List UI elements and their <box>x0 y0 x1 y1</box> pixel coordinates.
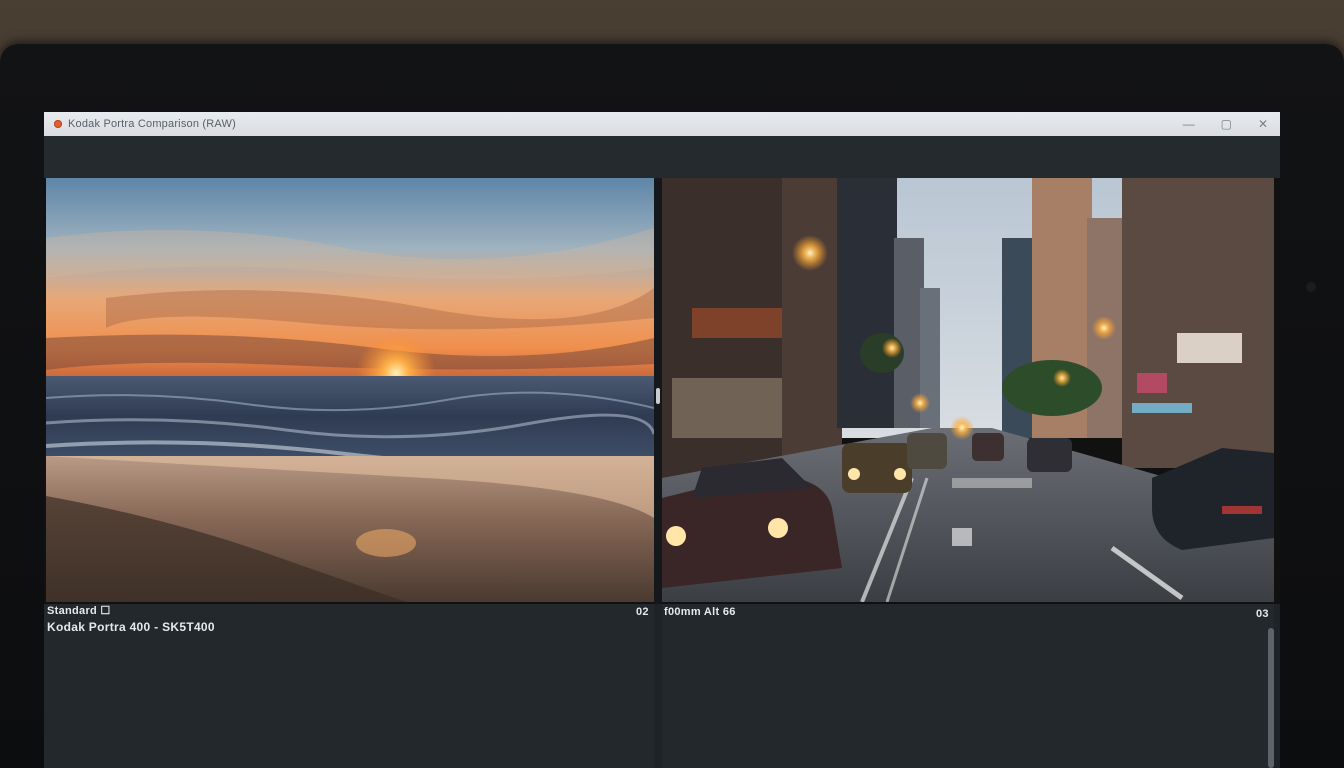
comparison-viewport <box>44 178 1280 604</box>
right-frame-counter: 03 <box>1256 608 1269 620</box>
left-tag-label: Standard ☐ <box>47 605 111 617</box>
divider-drag-handle[interactable] <box>656 388 660 404</box>
right-info-panel: f00mm Alt 66 03 <box>662 604 1274 768</box>
app-window: Kodak Portra Comparison (RAW) — ▢ ✕ Stan… <box>44 112 1280 768</box>
left-info-panel: Standard ☐ Kodak Portra 400 - SK5T400 02 <box>44 604 654 768</box>
maximize-icon[interactable]: ▢ <box>1221 112 1232 136</box>
window-title: Kodak Portra Comparison (RAW) <box>68 118 236 130</box>
left-image-panel[interactable] <box>46 178 654 602</box>
title-bar[interactable]: Kodak Portra Comparison (RAW) — ▢ ✕ <box>44 112 1280 136</box>
minimize-icon[interactable]: — <box>1183 112 1195 136</box>
app-icon <box>54 120 62 128</box>
left-frame-counter: 02 <box>636 606 649 618</box>
vertical-scrollbar[interactable] <box>1268 628 1274 768</box>
window-controls: — ▢ ✕ <box>1183 112 1268 136</box>
left-film-label: Kodak Portra 400 - SK5T400 <box>47 620 215 634</box>
toolbar <box>44 136 1280 179</box>
close-icon[interactable]: ✕ <box>1258 112 1268 136</box>
monitor-sensor <box>1306 282 1316 292</box>
sunset-beach-image <box>46 178 654 602</box>
city-street-image <box>662 178 1274 602</box>
right-image-panel[interactable] <box>662 178 1274 602</box>
right-film-label: f00mm Alt 66 <box>664 606 736 618</box>
